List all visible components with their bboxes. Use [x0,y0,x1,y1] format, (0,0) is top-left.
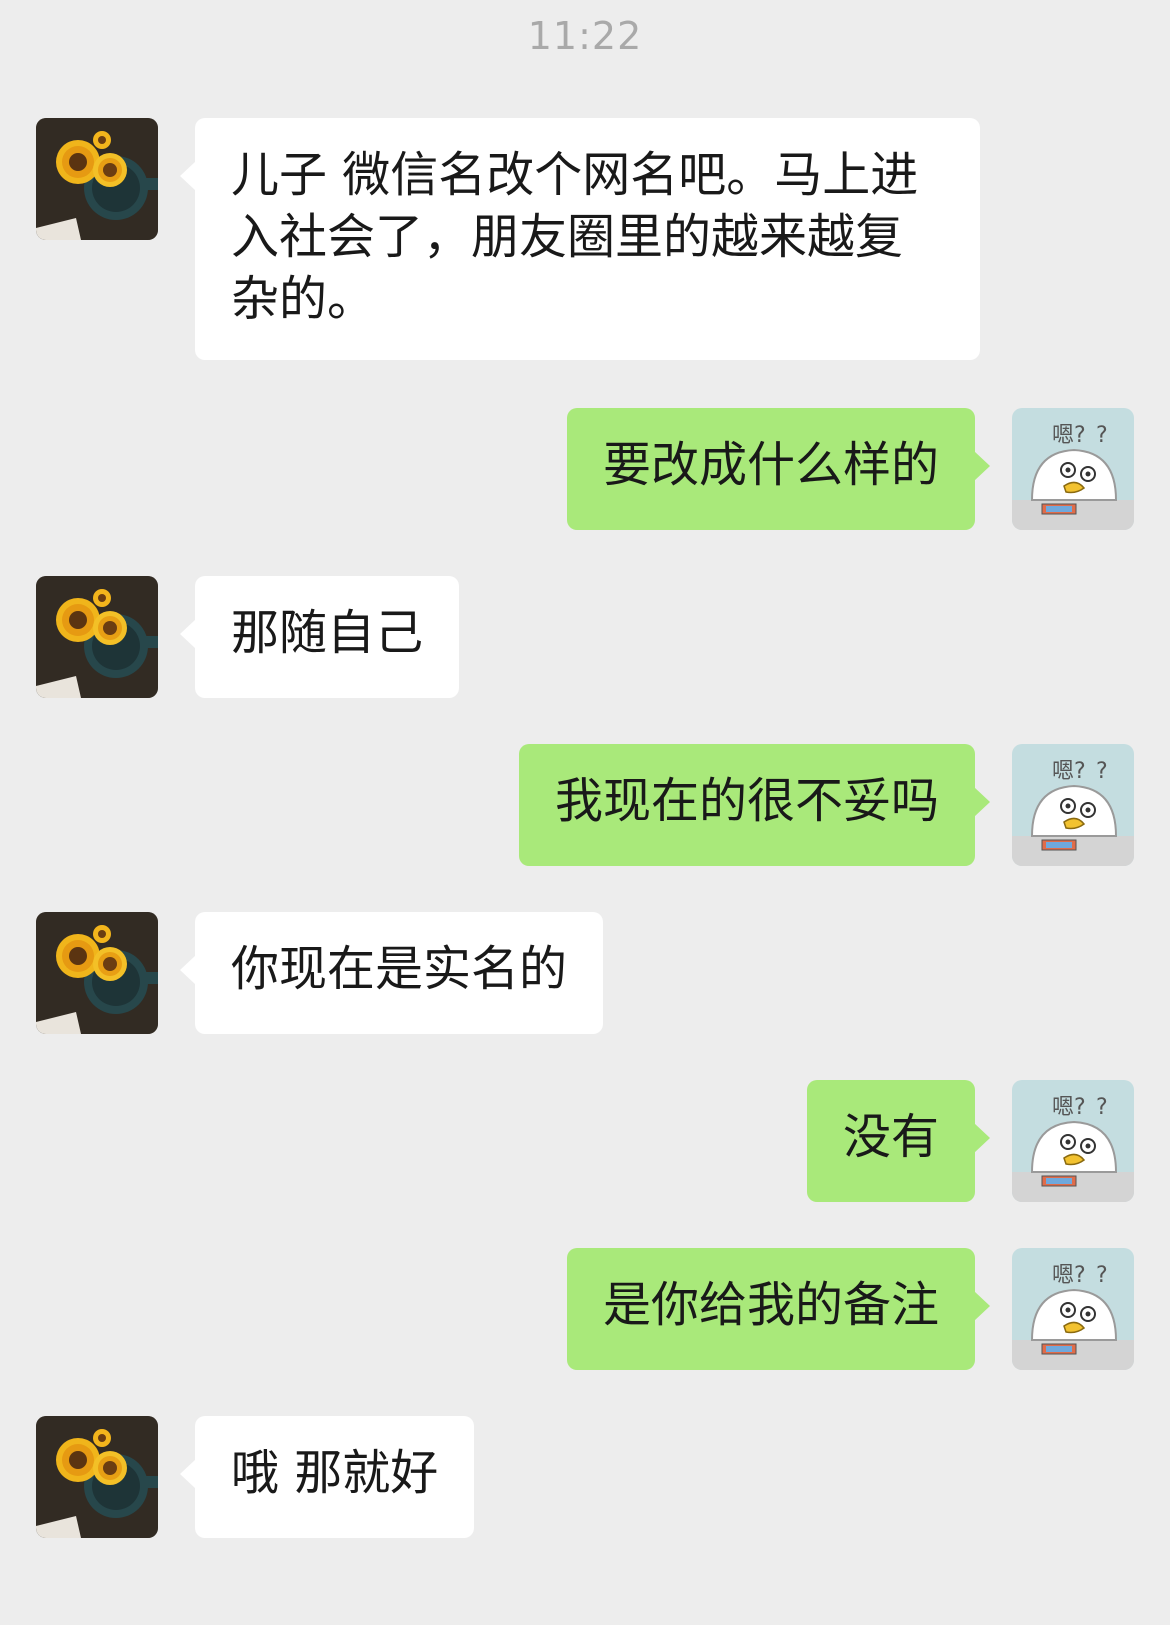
outgoing-message-bubble[interactable]: 要改成什么样的 [566,408,991,530]
chat-timestamp: 11:22 [527,14,643,58]
incoming-message-bubble[interactable]: 儿子 微信名改个网名吧。马上进入社会了，朋友圈里的越来越复杂的。 [180,118,980,360]
avatar-caption: 嗯? [1052,1263,1086,1288]
avatar-caption: 嗯? [1052,423,1086,448]
avatar-caption: 嗯? [1052,759,1086,784]
sunflower-avatar-icon [36,118,158,240]
outgoing-message-bubble[interactable]: 是你给我的备注 [566,1248,991,1370]
my-avatar[interactable]: 嗯? [1012,1248,1134,1370]
avatar-caption: 嗯? [1052,1095,1086,1120]
my-avatar[interactable]: 嗯? [1012,744,1134,866]
sunflower-avatar-icon [36,1416,158,1538]
sunflower-avatar-icon [36,912,158,1034]
sunflower-avatar-icon [36,576,158,698]
duck-sticker-avatar-icon: 嗯? [1012,744,1134,866]
contact-avatar[interactable] [36,118,158,240]
duck-sticker-avatar-icon: 嗯? [1012,408,1134,530]
duck-sticker-avatar-icon: 嗯? [1012,1080,1134,1202]
contact-avatar[interactable] [36,1416,158,1538]
contact-avatar[interactable] [36,912,158,1034]
incoming-message-bubble[interactable]: 你现在是实名的 [179,912,604,1034]
outgoing-message-bubble[interactable]: 我现在的很不妥吗 [518,744,991,866]
outgoing-message-bubble[interactable]: 没有 [806,1080,991,1202]
my-avatar[interactable]: 嗯? [1012,408,1134,530]
contact-avatar[interactable] [36,576,158,698]
incoming-message-bubble[interactable]: 那随自己 [179,576,460,698]
my-avatar[interactable]: 嗯? [1012,1080,1134,1202]
incoming-message-bubble[interactable]: 哦 那就好 [179,1416,475,1538]
duck-sticker-avatar-icon: 嗯? [1012,1248,1134,1370]
